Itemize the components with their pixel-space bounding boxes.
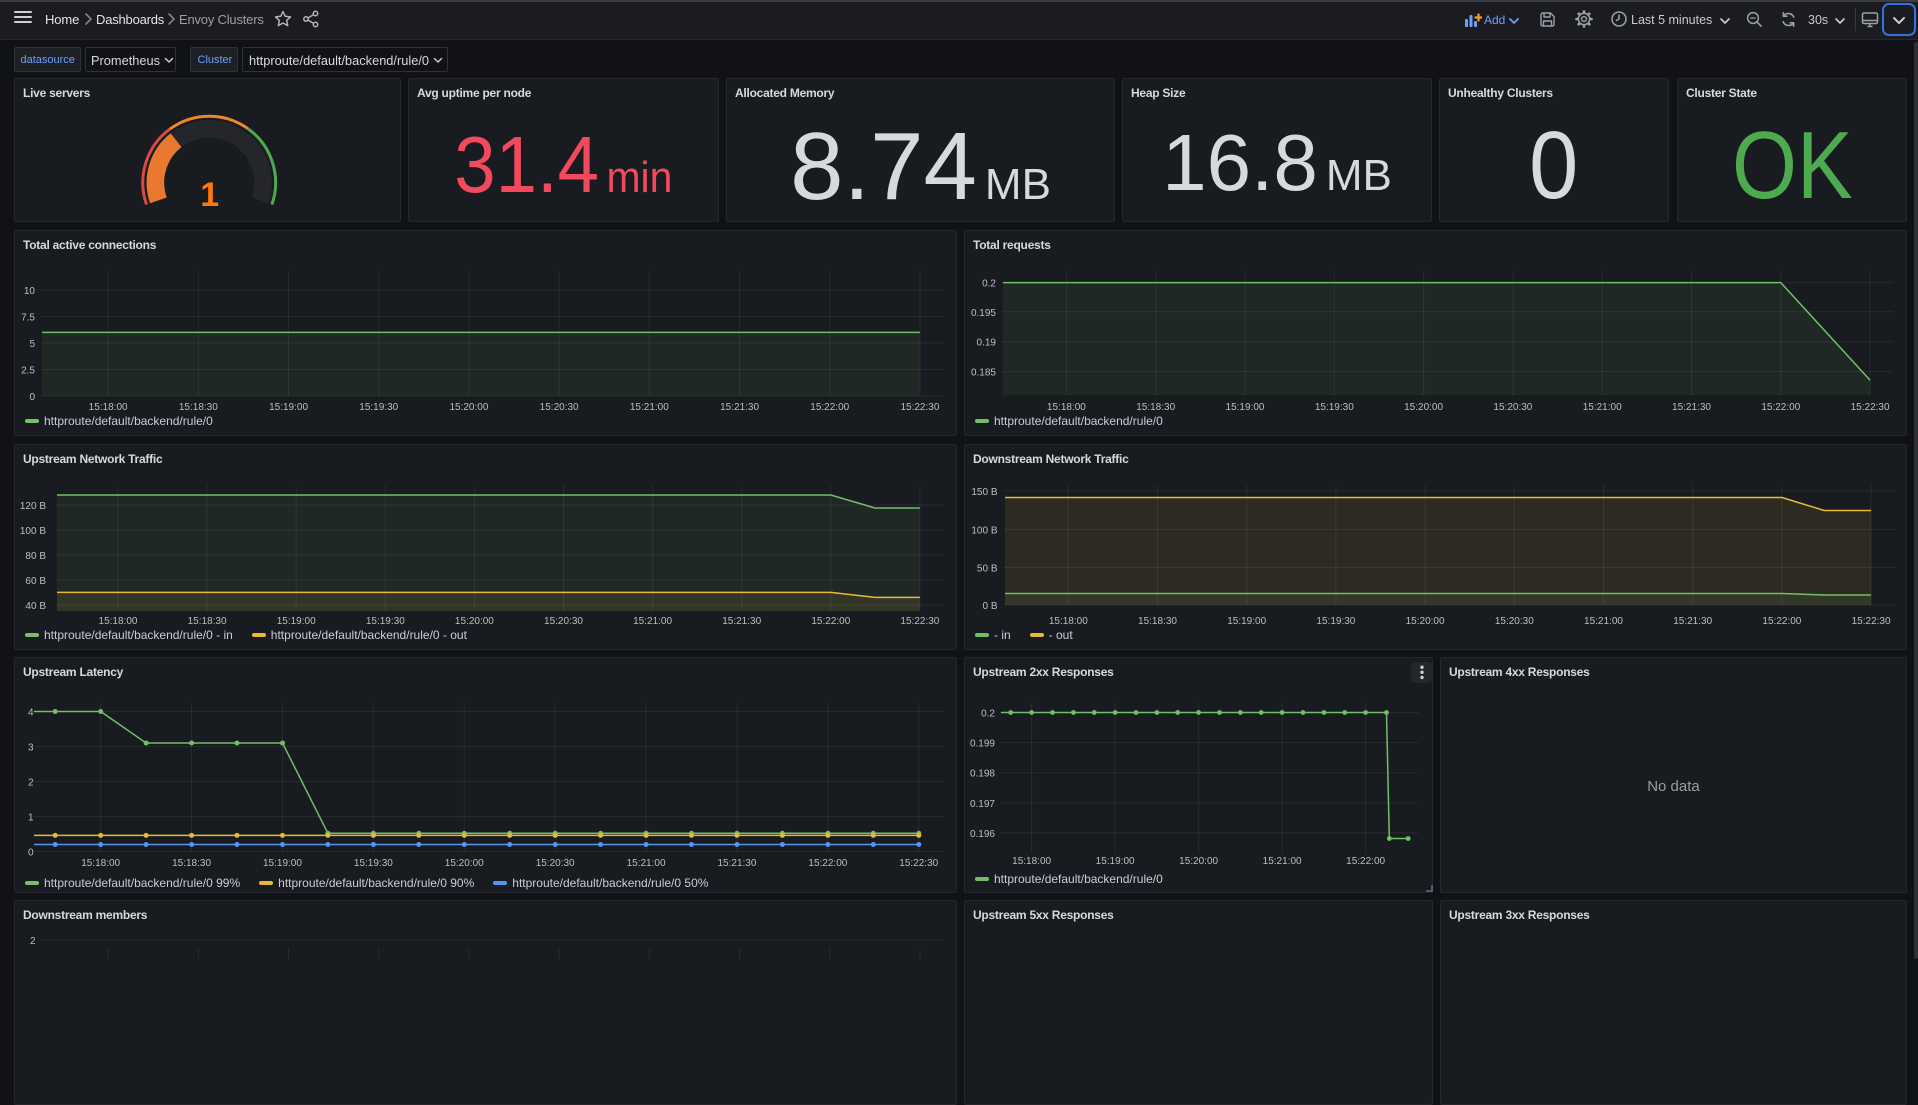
svg-text:7.5: 7.5 [21,313,35,324]
svg-text:15:19:00: 15:19:00 [277,616,316,627]
svg-text:15:20:00: 15:20:00 [449,402,488,413]
svg-text:15:18:00: 15:18:00 [89,402,128,413]
svg-text:0 B: 0 B [982,601,997,612]
svg-text:2.5: 2.5 [21,366,35,377]
svg-text:15:18:00: 15:18:00 [81,858,120,869]
svg-text:15:21:00: 15:21:00 [633,616,672,627]
svg-text:15:21:30: 15:21:30 [1672,402,1711,413]
svg-text:0.199: 0.199 [970,739,995,750]
svg-text:15:20:00: 15:20:00 [455,616,494,627]
svg-text:0.2: 0.2 [981,709,995,720]
svg-text:4: 4 [28,708,34,719]
svg-text:15:21:30: 15:21:30 [717,858,756,869]
svg-text:100 B: 100 B [20,526,46,537]
svg-text:2: 2 [28,778,34,789]
svg-text:0.196: 0.196 [970,829,995,840]
svg-text:15:21:00: 15:21:00 [1263,856,1302,867]
svg-text:15:19:30: 15:19:30 [354,858,393,869]
svg-text:15:22:00: 15:22:00 [811,616,850,627]
svg-text:15:21:00: 15:21:00 [630,402,669,413]
svg-text:2: 2 [30,936,36,947]
svg-text:15:20:30: 15:20:30 [544,616,583,627]
svg-text:15:19:30: 15:19:30 [1316,616,1355,627]
svg-text:15:19:00: 15:19:00 [269,402,308,413]
svg-text:15:22:00: 15:22:00 [808,858,847,869]
svg-text:0.185: 0.185 [971,368,996,379]
svg-text:15:18:30: 15:18:30 [172,858,211,869]
svg-text:15:22:30: 15:22:30 [1852,616,1891,627]
svg-text:15:19:30: 15:19:30 [1315,402,1354,413]
svg-text:15:18:00: 15:18:00 [1012,856,1051,867]
svg-text:15:22:30: 15:22:30 [1851,402,1890,413]
svg-text:15:18:00: 15:18:00 [99,616,138,627]
svg-text:0.19: 0.19 [977,338,997,349]
svg-text:15:19:30: 15:19:30 [366,616,405,627]
svg-text:0: 0 [28,848,34,859]
svg-text:15:21:30: 15:21:30 [1673,616,1712,627]
svg-text:15:19:00: 15:19:00 [1227,616,1266,627]
svg-text:15:20:30: 15:20:30 [1495,616,1534,627]
svg-text:15:18:30: 15:18:30 [179,402,218,413]
svg-text:15:20:00: 15:20:00 [1406,616,1445,627]
svg-text:15:21:00: 15:21:00 [627,858,666,869]
svg-text:0.2: 0.2 [982,279,996,290]
svg-text:15:18:00: 15:18:00 [1049,616,1088,627]
svg-text:15:19:00: 15:19:00 [1096,856,1135,867]
svg-text:15:22:00: 15:22:00 [810,402,849,413]
svg-text:10: 10 [24,286,36,297]
svg-text:15:20:00: 15:20:00 [1404,402,1443,413]
svg-text:15:20:30: 15:20:30 [540,402,579,413]
svg-text:15:21:00: 15:21:00 [1583,402,1622,413]
svg-text:15:22:30: 15:22:30 [899,858,938,869]
svg-text:15:22:30: 15:22:30 [900,402,939,413]
svg-text:15:19:00: 15:19:00 [263,858,302,869]
svg-text:5: 5 [29,339,35,350]
svg-text:0: 0 [29,392,35,403]
svg-text:100 B: 100 B [971,526,997,537]
svg-text:15:19:30: 15:19:30 [359,402,398,413]
svg-text:0.198: 0.198 [970,769,995,780]
svg-text:50 B: 50 B [977,564,998,575]
svg-text:15:20:00: 15:20:00 [1179,856,1218,867]
svg-text:0.197: 0.197 [970,799,995,810]
svg-text:15:20:30: 15:20:30 [536,858,575,869]
svg-text:1: 1 [28,813,34,824]
svg-text:80 B: 80 B [25,551,46,562]
svg-text:120 B: 120 B [20,501,46,512]
svg-text:15:20:00: 15:20:00 [445,858,484,869]
svg-text:15:18:30: 15:18:30 [188,616,227,627]
svg-text:40 B: 40 B [25,601,46,612]
svg-text:60 B: 60 B [25,576,46,587]
svg-text:3: 3 [28,743,34,754]
svg-text:15:18:30: 15:18:30 [1136,402,1175,413]
svg-text:15:21:30: 15:21:30 [722,616,761,627]
svg-text:15:22:30: 15:22:30 [900,616,939,627]
svg-text:0.195: 0.195 [971,308,996,319]
svg-text:15:18:30: 15:18:30 [1138,616,1177,627]
svg-text:15:22:00: 15:22:00 [1346,856,1385,867]
svg-text:15:22:00: 15:22:00 [1761,402,1800,413]
svg-text:15:21:00: 15:21:00 [1584,616,1623,627]
svg-text:150 B: 150 B [971,487,997,498]
svg-text:15:21:30: 15:21:30 [720,402,759,413]
svg-text:1: 1 [200,176,219,214]
svg-text:15:19:00: 15:19:00 [1226,402,1265,413]
svg-text:15:18:00: 15:18:00 [1047,402,1086,413]
svg-text:15:20:30: 15:20:30 [1493,402,1532,413]
svg-text:15:22:00: 15:22:00 [1762,616,1801,627]
